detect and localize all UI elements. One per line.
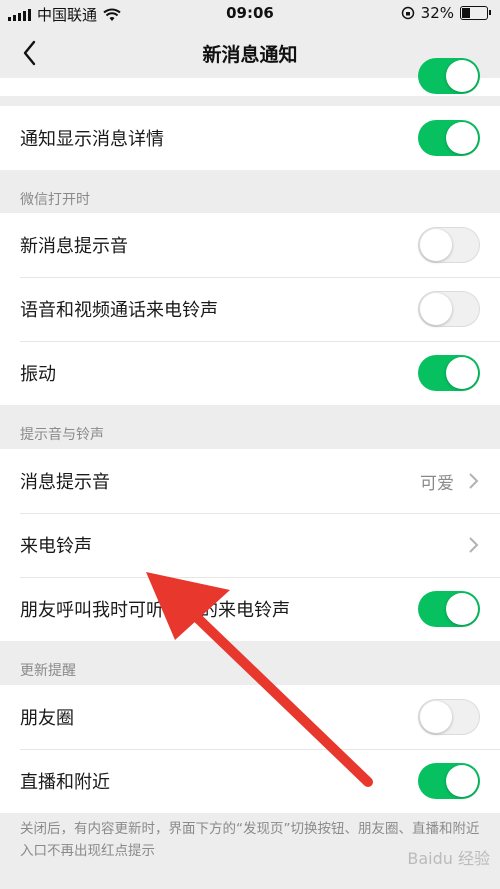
row-label: 消息提示音 bbox=[20, 472, 110, 493]
row-label: 通知显示消息详情 bbox=[20, 129, 164, 150]
row-new-message-sound[interactable]: 新消息提示音 bbox=[0, 213, 500, 277]
row-label: 直播和附近 bbox=[20, 772, 110, 793]
scrolled-card-edge bbox=[0, 58, 500, 96]
chevron-right-icon bbox=[469, 537, 479, 553]
row-show-message-detail[interactable]: 通知显示消息详情 bbox=[0, 106, 500, 170]
toggle-moments[interactable] bbox=[418, 699, 480, 735]
toggle-vibration[interactable] bbox=[418, 355, 480, 391]
section-header-sounds: 提示音与铃声 bbox=[20, 427, 104, 443]
status-bar: 中国联通 09:06 32% bbox=[0, 0, 500, 28]
message-tone-value: 可爱 bbox=[420, 473, 454, 494]
row-label: 新消息提示音 bbox=[20, 236, 128, 257]
row-vibration[interactable]: 振动 bbox=[0, 341, 500, 405]
toggle-switch-partial[interactable] bbox=[418, 58, 480, 94]
baidu-watermark: Baidu 经验 bbox=[407, 849, 490, 868]
sounds-card: 消息提示音 可爱 来电铃声 朋友呼叫我时可听到我的来电铃声 bbox=[0, 449, 500, 641]
wechat-open-card: 新消息提示音 语音和视频通话来电铃声 振动 bbox=[0, 213, 500, 405]
row-live-nearby[interactable]: 直播和附近 bbox=[0, 749, 500, 813]
row-call-ringtone[interactable]: 语音和视频通话来电铃声 bbox=[0, 277, 500, 341]
row-friends-hear-ringtone[interactable]: 朋友呼叫我时可听到我的来电铃声 bbox=[0, 577, 500, 641]
lock-rotation-icon bbox=[401, 6, 414, 20]
row-incoming-call-ringtone[interactable]: 来电铃声 bbox=[0, 513, 500, 577]
row-message-tone[interactable]: 消息提示音 可爱 bbox=[0, 449, 500, 513]
row-moments[interactable]: 朋友圈 bbox=[0, 685, 500, 749]
updates-card: 朋友圈 直播和附近 bbox=[0, 685, 500, 813]
section-header-updates: 更新提醒 bbox=[20, 663, 76, 679]
battery-percent: 32% bbox=[420, 4, 454, 22]
status-right: 32% bbox=[401, 4, 491, 22]
battery-icon bbox=[460, 6, 491, 20]
row-label: 来电铃声 bbox=[20, 536, 92, 557]
toggle-live-nearby[interactable] bbox=[418, 763, 480, 799]
chevron-right-icon bbox=[469, 473, 479, 489]
row-label: 朋友圈 bbox=[20, 708, 74, 729]
toggle-show-message-detail[interactable] bbox=[418, 120, 480, 156]
row-label: 振动 bbox=[20, 364, 56, 385]
toggle-new-message-sound[interactable] bbox=[418, 227, 480, 263]
toggle-friends-hear-ringtone[interactable] bbox=[418, 591, 480, 627]
section-header-wechat-open: 微信打开时 bbox=[20, 192, 90, 208]
row-label: 语音和视频通话来电铃声 bbox=[20, 300, 218, 321]
notification-detail-card: 通知显示消息详情 bbox=[0, 106, 500, 170]
toggle-call-ringtone[interactable] bbox=[418, 291, 480, 327]
row-label: 朋友呼叫我时可听到我的来电铃声 bbox=[20, 600, 290, 621]
